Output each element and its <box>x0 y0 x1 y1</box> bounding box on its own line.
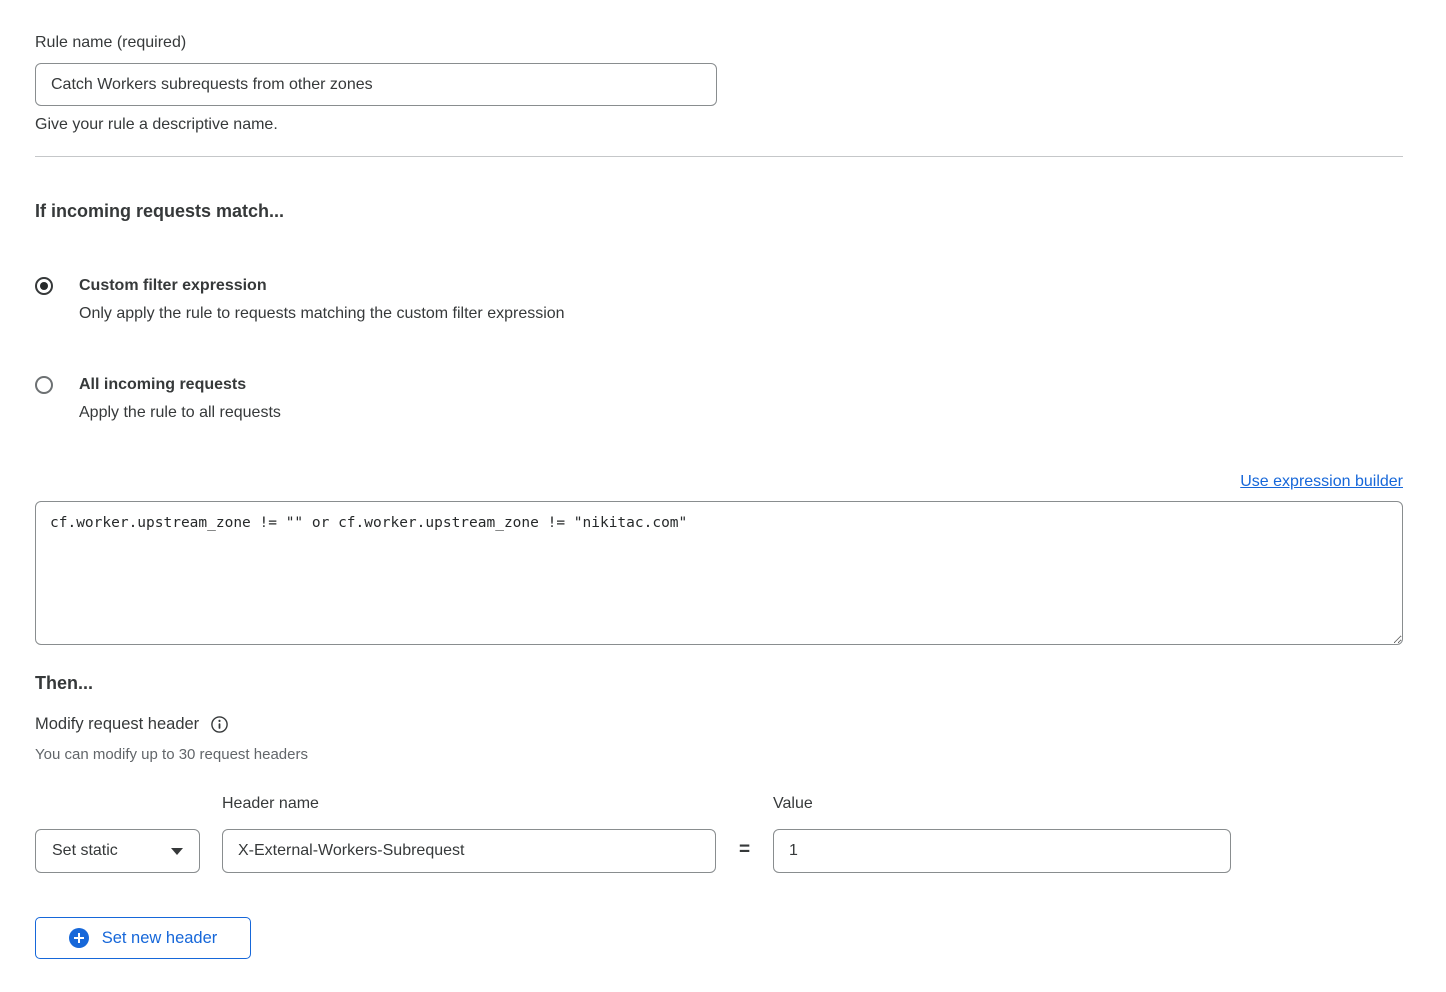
filter-expression-textarea[interactable]: cf.worker.upstream_zone != "" or cf.work… <box>35 501 1403 645</box>
equals-sign: = <box>716 839 773 873</box>
header-name-label: Header name <box>222 794 716 813</box>
rule-name-input[interactable] <box>35 63 717 106</box>
radio-option-all-requests[interactable]: All incoming requests Apply the rule to … <box>35 374 1403 424</box>
header-operation-select[interactable]: Set static <box>35 829 200 873</box>
radio-button-unselected-icon[interactable] <box>35 376 53 394</box>
radio-option-custom-filter[interactable]: Custom filter expression Only apply the … <box>35 275 1403 325</box>
use-expression-builder-link[interactable]: Use expression builder <box>1240 473 1403 490</box>
radio-button-selected-icon[interactable] <box>35 277 53 295</box>
radio-option-description: Only apply the rule to requests matching… <box>79 303 565 325</box>
header-value-label: Value <box>773 794 1231 813</box>
plus-icon <box>69 928 89 948</box>
set-new-header-button[interactable]: Set new header <box>35 917 251 959</box>
section-divider <box>35 156 1403 157</box>
rule-name-label: Rule name (required) <box>35 33 1403 52</box>
chevron-down-icon <box>171 848 183 855</box>
set-new-header-label: Set new header <box>102 929 218 948</box>
header-value-input[interactable] <box>773 829 1231 873</box>
header-form-row: Set static Header name = Value <box>35 794 1403 873</box>
radio-option-description: Apply the rule to all requests <box>79 402 281 424</box>
modify-request-header-label: Modify request header <box>35 715 199 734</box>
then-section-heading: Then... <box>35 670 1403 696</box>
rule-name-helper: Give your rule a descriptive name. <box>35 115 1403 134</box>
match-type-radio-group: Custom filter expression Only apply the … <box>35 275 1403 424</box>
match-section-heading: If incoming requests match... <box>35 200 1403 222</box>
info-icon[interactable] <box>211 716 228 733</box>
rule-editor-page: Rule name (required) Give your rule a de… <box>0 0 1446 992</box>
modify-header-helper: You can modify up to 30 request headers <box>35 746 1403 764</box>
radio-option-label: Custom filter expression <box>79 275 565 297</box>
radio-option-label: All incoming requests <box>79 374 281 396</box>
header-name-input[interactable] <box>222 829 716 873</box>
header-operation-value: Set static <box>52 842 118 860</box>
